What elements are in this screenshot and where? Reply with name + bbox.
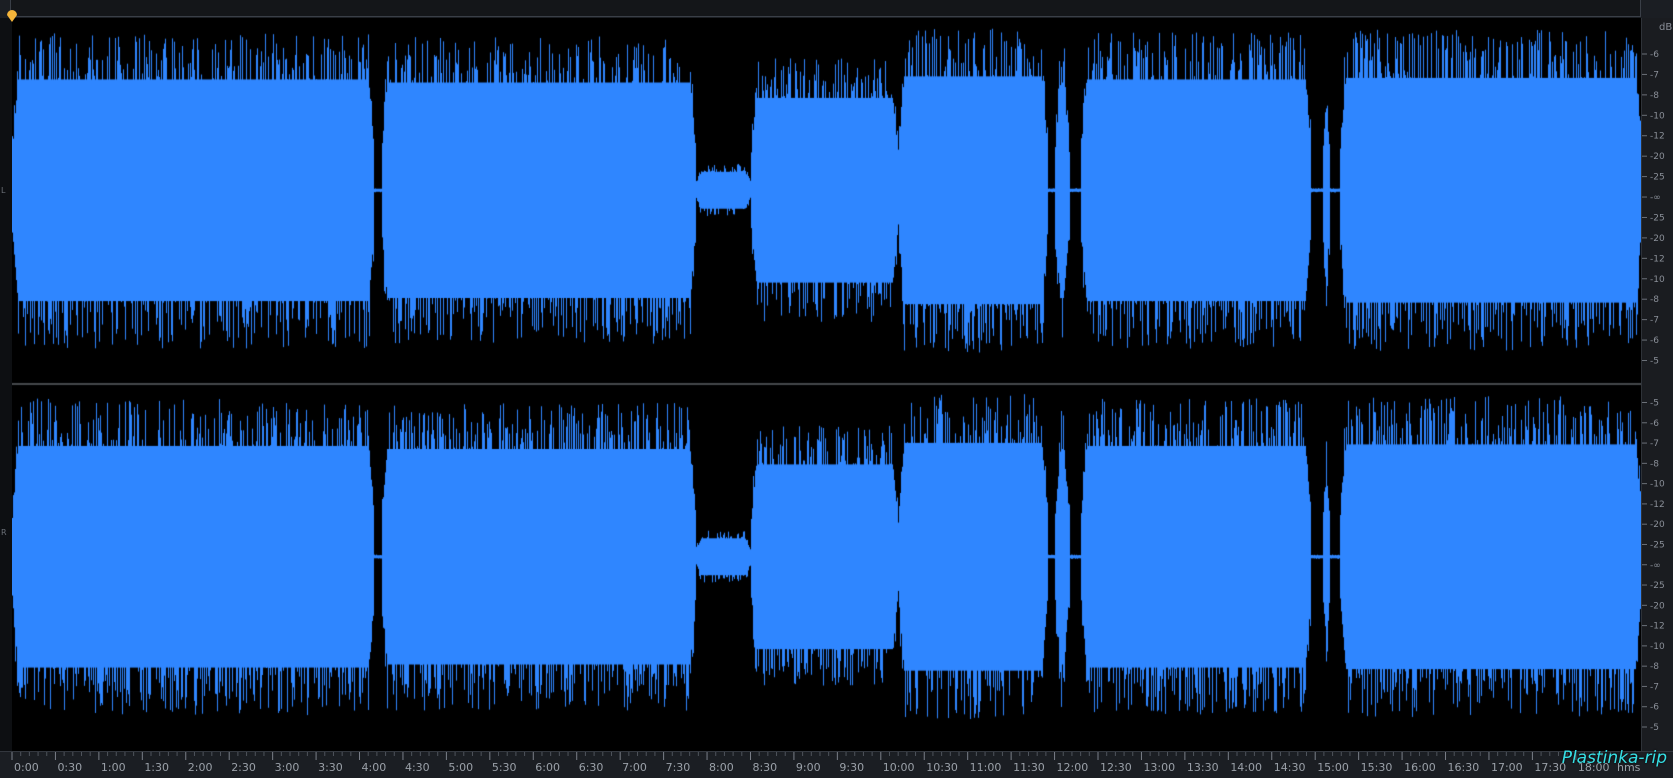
db-left-tick-label: -7	[1650, 70, 1659, 80]
db-right-tick-label: -5	[1650, 723, 1659, 733]
db-left-tick-label: -12	[1650, 254, 1665, 264]
db-left-tick-label: -8	[1650, 91, 1659, 101]
time-tick-label: 10:00	[883, 761, 915, 774]
db-right-tick-label: -8	[1650, 459, 1659, 469]
db-right-tick-label: -5	[1650, 399, 1659, 409]
time-tick-label: 16:30	[1448, 761, 1480, 774]
time-tick-label: 1:30	[144, 761, 169, 774]
channel-label-left: L	[1, 186, 6, 195]
db-right-tick-label: -12	[1650, 500, 1665, 510]
db-left-tick-label: -∞	[1650, 193, 1661, 203]
time-tick-label: 1:00	[101, 761, 126, 774]
time-tick-label: 11:00	[970, 761, 1002, 774]
time-tick-label: 5:00	[448, 761, 473, 774]
db-right-tick-label: -10	[1650, 642, 1665, 652]
time-tick-label: 4:30	[405, 761, 430, 774]
time-tick-label: 0:30	[57, 761, 82, 774]
time-tick-label: 14:00	[1230, 761, 1262, 774]
db-left-tick-label: -20	[1650, 152, 1665, 162]
time-tick-label: 12:30	[1100, 761, 1132, 774]
channel-label-right: R	[1, 528, 7, 537]
time-tick-label: 15:00	[1317, 761, 1349, 774]
time-tick-label: 7:30	[666, 761, 691, 774]
time-tick-label: 13:00	[1143, 761, 1175, 774]
db-right-tick-label: -8	[1650, 662, 1659, 672]
db-left-tick-label: -10	[1650, 111, 1665, 121]
time-tick-label: 8:00	[709, 761, 734, 774]
time-tick-label: 11:30	[1013, 761, 1045, 774]
waveform-display[interactable]	[12, 18, 1641, 751]
db-unit-label: dB	[1659, 22, 1672, 33]
db-right-tick-label: -12	[1650, 622, 1665, 632]
time-tick-label: 13:30	[1187, 761, 1219, 774]
time-tick-label: 12:00	[1057, 761, 1089, 774]
time-tick-label: 3:00	[275, 761, 300, 774]
db-right-tick-label: -25	[1650, 581, 1665, 591]
db-right-tick-label: -20	[1650, 601, 1665, 611]
overview-bar[interactable]	[0, 0, 1673, 19]
time-tick-label: 5:30	[492, 761, 517, 774]
time-tick-label: 3:30	[318, 761, 343, 774]
db-left-tick-label: -8	[1650, 295, 1659, 305]
time-tick-label: 0:00	[14, 761, 39, 774]
db-left-tick-label: -5	[1650, 357, 1659, 367]
time-tick-label: 6:30	[579, 761, 604, 774]
db-right-tick-label: -∞	[1650, 561, 1661, 571]
db-left-tick-label: -6	[1650, 50, 1659, 60]
db-left-tick-label: -20	[1650, 234, 1665, 244]
time-tick-label: 9:00	[796, 761, 821, 774]
db-left-tick-label: -12	[1650, 132, 1665, 142]
time-tick-label: 15:30	[1361, 761, 1393, 774]
db-left-tick-label: -10	[1650, 275, 1665, 285]
time-tick-label: 14:30	[1274, 761, 1306, 774]
time-tick-label: 7:00	[622, 761, 647, 774]
time-tick-label: 17:00	[1491, 761, 1523, 774]
time-tick-label: 10:30	[926, 761, 958, 774]
time-tick-label: 2:30	[231, 761, 256, 774]
time-tick-label: 4:00	[362, 761, 387, 774]
time-tick-label: 8:30	[752, 761, 777, 774]
time-tick-label: 16:00	[1404, 761, 1436, 774]
time-ruler[interactable]: 0:00 0:30 1:00 1:30 2:00 2:30 3:00 3:30 4:00 4:30…	[0, 751, 1673, 778]
db-right-tick-label: -10	[1650, 480, 1665, 490]
overview-scroll-track[interactable]	[10, 0, 1641, 17]
db-right-tick-label: -20	[1650, 520, 1665, 530]
watermark: Plastinka-rip	[1561, 748, 1667, 768]
time-tick-label: 6:00	[535, 761, 560, 774]
db-left-tick-label: -7	[1650, 316, 1659, 326]
db-right-tick-label: -7	[1650, 682, 1659, 692]
db-scale: dB -6 -7 -8 -10 -12 -20 -25 -∞ -25 -20 -12 -10 -8 -7 -6…	[1641, 18, 1673, 751]
db-right-tick-label: -7	[1650, 439, 1659, 449]
time-tick-label: 9:30	[839, 761, 864, 774]
db-right-tick-label: -25	[1650, 540, 1665, 550]
db-left-tick-label: -6	[1650, 336, 1659, 346]
db-left-tick-label: -25	[1650, 173, 1665, 183]
time-tick-label: 2:00	[188, 761, 213, 774]
db-right-tick-label: -6	[1650, 419, 1659, 429]
db-right-tick-label: -6	[1650, 703, 1659, 713]
playhead-marker-icon[interactable]	[6, 8, 18, 22]
db-left-tick-label: -25	[1650, 213, 1665, 223]
